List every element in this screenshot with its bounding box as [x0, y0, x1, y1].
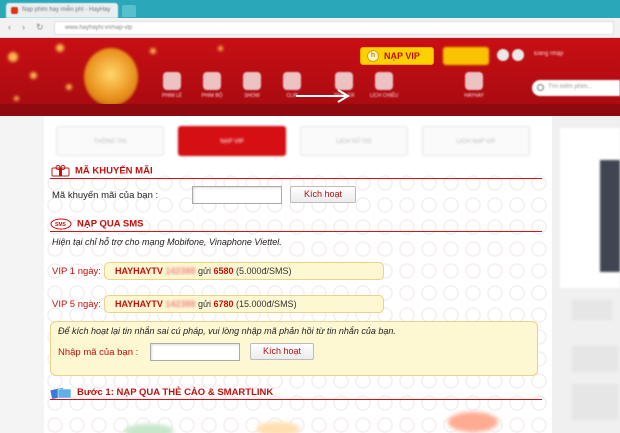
favicon-icon [11, 7, 18, 14]
url-field[interactable]: www.hayhaytv.vn/nap-vip [54, 21, 614, 35]
sms-icon: SMS [50, 218, 72, 230]
tab-lich-nap-vip[interactable]: LỊCH NẠP VIP [422, 126, 530, 156]
svg-text:SMS: SMS [55, 222, 67, 228]
reload-icon[interactable]: ↻ [36, 23, 45, 32]
tab-lich-su-gd[interactable]: LỊCH SỬ GD [300, 126, 408, 156]
vip5-label: VIP 5 ngày: [52, 299, 101, 310]
sms-section-title: SMS NẠP QUA SMS [50, 218, 144, 230]
show-icon [243, 72, 261, 90]
facebook-icon[interactable] [497, 49, 509, 61]
vip1-sms-syntax: HAYHAYTV 142388 gửi 6580 (5.000đ/SMS) [104, 262, 384, 280]
activation-note: Để kích hoạt lại tin nhắn sai cú pháp, v… [58, 326, 396, 336]
promo-label: Mã khuyến mãi của bạn : [52, 190, 159, 201]
tab-nap-vip[interactable]: NẠP VIP [178, 126, 286, 156]
tv-icon [203, 72, 221, 90]
pointer-arrow-icon [296, 89, 350, 103]
sms-network-note: Hiện tại chỉ hỗ trợ cho mạng Mobifone, V… [52, 237, 282, 247]
activation-code-input[interactable] [150, 343, 240, 361]
google-icon[interactable] [512, 49, 524, 61]
address-bar: ‹ › ↻ www.hayhaytv.vn/nap-vip [0, 18, 620, 38]
nav-item-hayhay[interactable]: HAYHAY [456, 72, 492, 99]
nap-vip-button[interactable]: h NẠP VIP [360, 47, 434, 65]
coin-icon: h [367, 50, 379, 62]
calendar-icon [375, 72, 393, 90]
back-icon[interactable]: ‹ [8, 23, 17, 32]
browser-tab-bar: Nạp phim hay miễn phí - HayHay [0, 0, 620, 18]
search-input[interactable]: Tìm kiếm phim... [532, 80, 620, 96]
vip5-sms-syntax: HAYHAYTV 142388 gửi 6780 (15.000đ/SMS) [104, 295, 384, 313]
promo-section-title: MÃ KHUYẾN MÃI [50, 165, 153, 177]
star-icon [465, 72, 483, 90]
gift-icon [51, 165, 70, 177]
promo-activate-button[interactable]: Kích hoạt [290, 186, 356, 203]
scratch-card-icon [50, 387, 72, 399]
login-link[interactable]: Đăng nhập [534, 51, 563, 57]
card-section-title: Bước 1: NẠP QUA THẺ CÀO & SMARTLINK [50, 386, 273, 399]
promo-code-input[interactable] [192, 186, 282, 204]
register-button[interactable] [443, 47, 489, 65]
account-tabs: THÔNG TIN NẠP VIP LỊCH SỬ GD LỊCH NẠP VI… [44, 126, 552, 156]
nav-item-show[interactable]: SHOW [234, 72, 270, 99]
site-header: PHIM LẺ PHIM BỘ SHOW CLIP TRAILER LỊCH C… [0, 38, 620, 116]
vip1-label: VIP 1 ngày: [52, 266, 101, 277]
nav-item-phim-bo[interactable]: PHIM BỘ [194, 72, 230, 99]
nav-item-phim-le[interactable]: PHIM LẺ [154, 72, 190, 99]
nav-item-lich-chieu[interactable]: LỊCH CHIẾU [366, 72, 402, 99]
sidebar-thumbnail[interactable] [600, 160, 620, 272]
film-icon [163, 72, 181, 90]
forward-icon[interactable]: › [22, 23, 31, 32]
main-content: THÔNG TIN NẠP VIP LỊCH SỬ GD LỊCH NẠP VI… [44, 116, 552, 433]
search-icon [537, 84, 544, 91]
activation-code-button[interactable]: Kích hoạt [250, 343, 314, 360]
new-tab-button[interactable] [122, 5, 136, 17]
browser-tab-title: Nạp phim hay miễn phí - HayHay [22, 7, 111, 13]
activation-code-label: Nhập mã của bạn : [58, 347, 139, 358]
browser-tab[interactable]: Nạp phim hay miễn phí - HayHay [6, 3, 118, 18]
tab-thong-tin[interactable]: THÔNG TIN [56, 126, 164, 156]
site-logo[interactable] [84, 48, 138, 106]
